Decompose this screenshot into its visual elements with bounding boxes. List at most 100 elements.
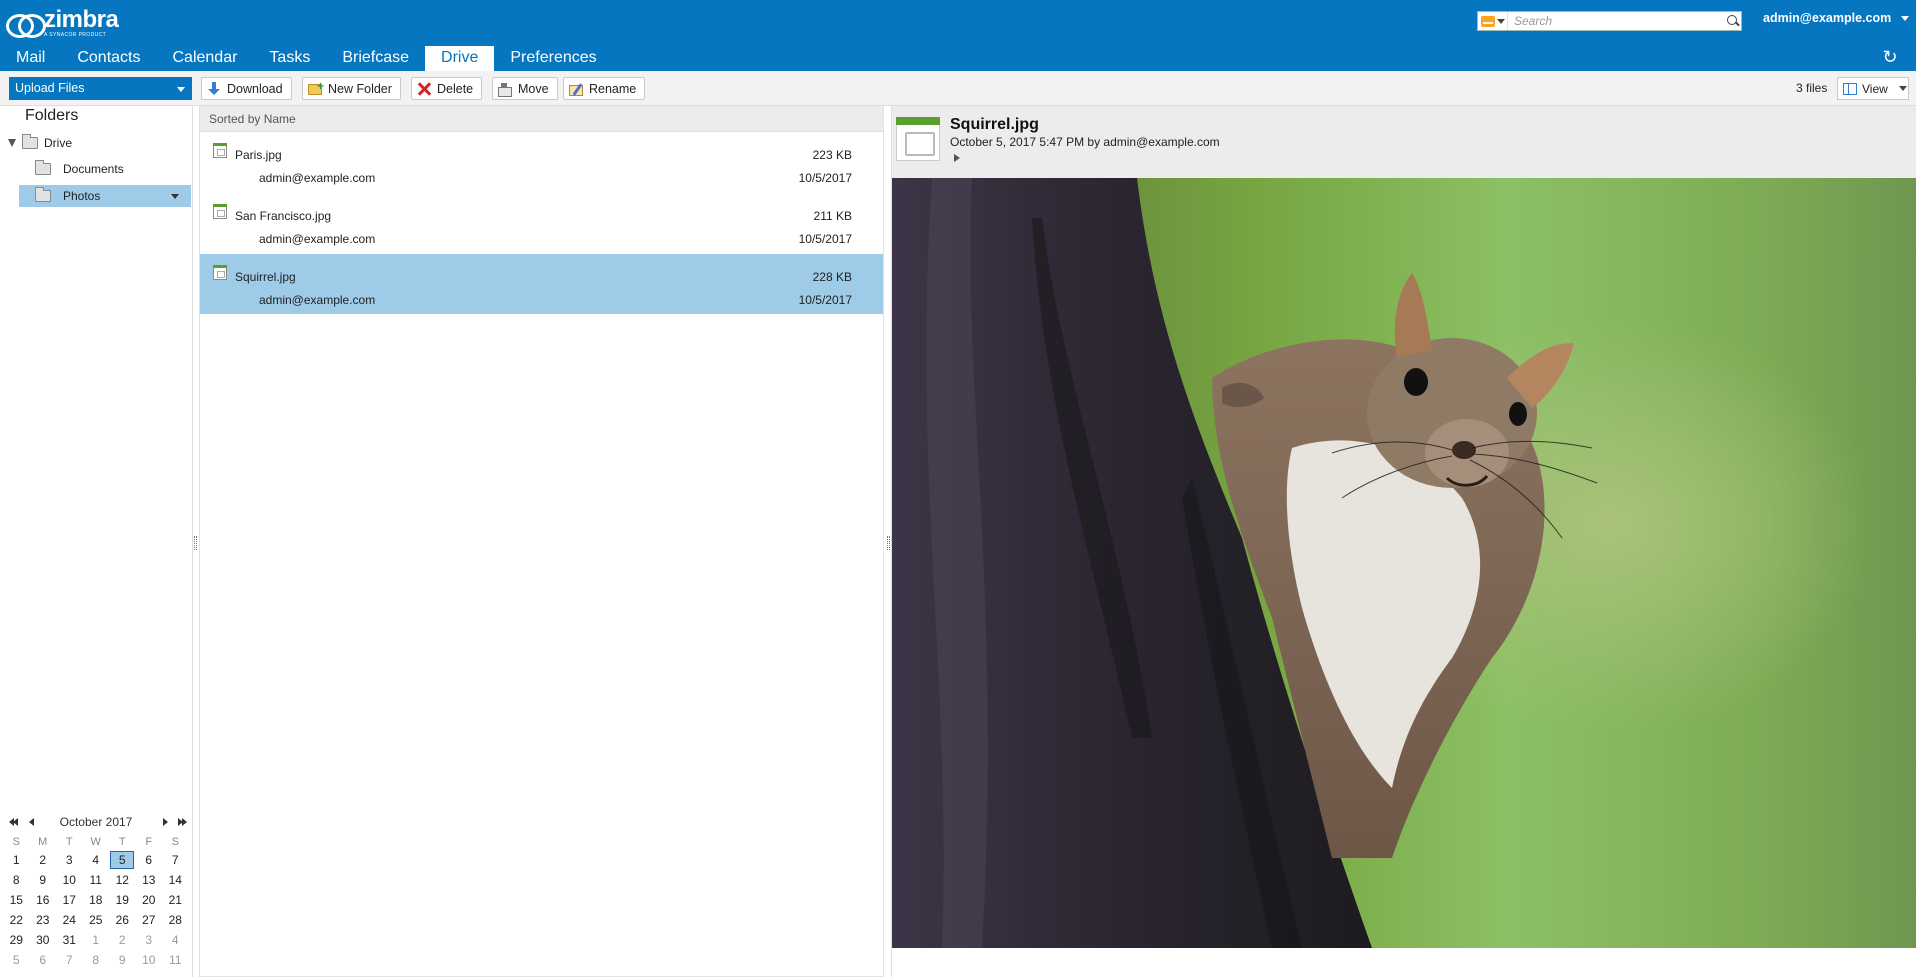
calendar-day[interactable]: 5: [3, 950, 30, 970]
file-row-selected[interactable]: Squirrel.jpg 228 KB admin@example.com 10…: [200, 254, 883, 315]
calendar-day[interactable]: 8: [83, 950, 110, 970]
squirrel-photo: [892, 178, 1598, 948]
download-label: Download: [227, 81, 283, 96]
preview-title: Squirrel.jpg: [950, 116, 1039, 133]
calendar-weekday: M: [38, 836, 48, 848]
calendar-day[interactable]: 30: [30, 930, 57, 950]
calendar-day[interactable]: 20: [136, 890, 163, 910]
tab-preferences[interactable]: Preferences: [494, 46, 612, 71]
next-month-icon[interactable]: [163, 818, 168, 826]
calendar-day[interactable]: 3: [56, 850, 83, 870]
calendar-grid: S M T W T F S 1 2 3 4 5 6 7 8 9 10 11 12 13 14 15 16 17 18 19 20 21…: [3, 834, 189, 970]
calendar-day[interactable]: 2: [109, 930, 136, 950]
folder-documents[interactable]: Documents: [35, 158, 185, 180]
file-row[interactable]: Paris.jpg 223 KB admin@example.com 10/5/…: [200, 132, 883, 193]
calendar-day[interactable]: 9: [30, 870, 57, 890]
calendar-day[interactable]: 4: [83, 850, 110, 870]
rename-button[interactable]: Rename: [563, 77, 646, 100]
folder-drive[interactable]: Drive: [8, 132, 188, 154]
calendar-day[interactable]: 29: [3, 930, 30, 950]
file-size: 211 KB: [813, 209, 852, 223]
calendar-day[interactable]: 27: [136, 910, 163, 930]
search-input[interactable]: [1508, 13, 1723, 29]
calendar-day[interactable]: 10: [56, 870, 83, 890]
new-folder-button[interactable]: New Folder: [302, 77, 401, 100]
view-label: View: [1862, 81, 1888, 96]
tab-tasks[interactable]: Tasks: [253, 46, 326, 71]
calendar-day[interactable]: 31: [56, 930, 83, 950]
calendar-day[interactable]: 6: [30, 950, 57, 970]
calendar-day[interactable]: 11: [162, 950, 189, 970]
calendar-weekday: F: [145, 836, 153, 848]
download-icon: [207, 81, 221, 96]
file-date: 10/5/2017: [798, 232, 852, 246]
search-type-dropdown[interactable]: [1478, 12, 1508, 30]
rename-label: Rename: [589, 81, 637, 96]
calendar-day[interactable]: 14: [162, 870, 189, 890]
view-button[interactable]: View: [1837, 77, 1909, 100]
calendar-day[interactable]: 11: [83, 870, 110, 890]
calendar-day[interactable]: 24: [56, 910, 83, 930]
delete-button[interactable]: Delete: [411, 77, 483, 100]
file-owner: admin@example.com: [259, 232, 376, 246]
calendar-day-today[interactable]: 5: [109, 850, 136, 870]
logo-tagline: A SYNACOR PRODUCT: [44, 32, 107, 38]
calendar-day[interactable]: 7: [162, 850, 189, 870]
chevron-down-icon[interactable]: [177, 87, 185, 92]
move-button[interactable]: Move: [492, 77, 558, 100]
calendar-day[interactable]: 28: [162, 910, 189, 930]
calendar-day[interactable]: 6: [136, 850, 163, 870]
rename-icon: [569, 85, 583, 96]
calendar-day[interactable]: 15: [3, 890, 30, 910]
tab-mail[interactable]: Mail: [0, 46, 61, 71]
folder-pane: Folders Drive Documents Photos October 2…: [0, 106, 193, 977]
download-button[interactable]: Download: [201, 77, 292, 100]
user-menu[interactable]: admin@example.com: [1763, 11, 1910, 25]
calendar-day[interactable]: 1: [83, 930, 110, 950]
zimbra-logo[interactable]: zimbra A SYNACOR PRODUCT: [6, 8, 119, 38]
tab-calendar[interactable]: Calendar: [156, 46, 253, 71]
image-file-icon: [896, 117, 940, 161]
calendar-day[interactable]: 23: [30, 910, 57, 930]
upload-files-button[interactable]: Upload Files: [9, 77, 192, 100]
folder-photos[interactable]: Photos: [19, 185, 191, 207]
search-box: [1477, 11, 1742, 31]
calendar-day[interactable]: 9: [109, 950, 136, 970]
tab-contacts[interactable]: Contacts: [61, 46, 156, 71]
calendar-weekday: S: [12, 836, 20, 848]
chevron-down-icon[interactable]: [171, 194, 179, 199]
calendar-day[interactable]: 4: [162, 930, 189, 950]
search-icon[interactable]: [1723, 12, 1741, 30]
file-row[interactable]: San Francisco.jpg 211 KB admin@example.c…: [200, 193, 883, 254]
calendar-day[interactable]: 22: [3, 910, 30, 930]
tab-drive[interactable]: Drive: [425, 46, 495, 71]
file-owner: admin@example.com: [259, 171, 376, 185]
calendar-day[interactable]: 3: [136, 930, 163, 950]
sort-header[interactable]: Sorted by Name: [200, 106, 883, 132]
calendar-day[interactable]: 2: [30, 850, 57, 870]
calendar-day[interactable]: 1: [3, 850, 30, 870]
upload-files-label: Upload Files: [15, 81, 85, 95]
refresh-icon[interactable]: ↻: [1882, 48, 1898, 66]
calendar-day[interactable]: 18: [83, 890, 110, 910]
calendar-day[interactable]: 21: [162, 890, 189, 910]
file-name: San Francisco.jpg: [235, 209, 332, 223]
calendar-day[interactable]: 7: [56, 950, 83, 970]
calendar-day[interactable]: 10: [136, 950, 163, 970]
calendar-day[interactable]: 8: [3, 870, 30, 890]
pane-resize-handle[interactable]: [194, 536, 197, 550]
expand-details-icon[interactable]: [954, 154, 960, 162]
next-year-icon[interactable]: [182, 818, 187, 826]
expand-icon[interactable]: [8, 139, 16, 147]
calendar-day[interactable]: 17: [56, 890, 83, 910]
pane-resize-handle[interactable]: [887, 536, 890, 550]
calendar-day[interactable]: 16: [30, 890, 57, 910]
mini-calendar: October 2017 S M T W T F S 1 2 3 4 5 6 7 8 9 10 11 12 13 14 1…: [3, 814, 189, 970]
calendar-day[interactable]: 25: [83, 910, 110, 930]
calendar-day[interactable]: 13: [136, 870, 163, 890]
calendar-day[interactable]: 12: [109, 870, 136, 890]
calendar-day[interactable]: 26: [109, 910, 136, 930]
tab-briefcase[interactable]: Briefcase: [326, 46, 425, 71]
calendar-day[interactable]: 19: [109, 890, 136, 910]
calendar-weekday: T: [118, 836, 126, 848]
